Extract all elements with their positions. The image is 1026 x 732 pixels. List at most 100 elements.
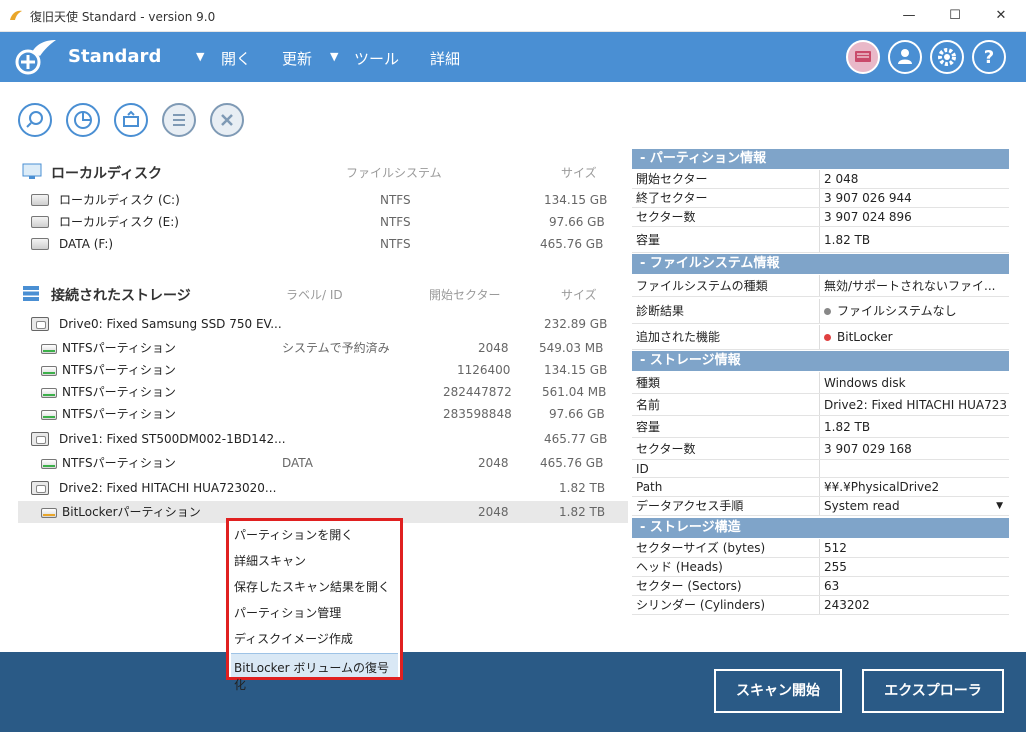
menu-partition-manage[interactable]: パーティション管理 [234, 604, 341, 621]
partition-icon [41, 410, 57, 420]
disk-size: 97.66 GB [549, 215, 605, 229]
angel-wing-icon [10, 10, 22, 20]
storage-info-header[interactable]: - ストレージ情報 [632, 351, 1009, 371]
partition-name: NTFSパーティション [62, 456, 176, 470]
close-window-button[interactable]: ✕ [978, 0, 1024, 32]
red-status-dot [824, 334, 831, 341]
info-row: 終了セクター 3 907 026 944 [632, 189, 1009, 208]
explorer-button[interactable]: エクスプローラ [862, 669, 1004, 713]
disk-fs: NTFS [380, 193, 411, 207]
hdd-icon [31, 216, 49, 228]
partition-size: 465.76 GB [540, 456, 604, 470]
local-disk-row[interactable]: DATA (F:) NTFS 465.76 GB [18, 233, 628, 255]
partition-row[interactable]: NTFSパーティション システムで予約済み 2048 549.03 MB [18, 337, 628, 359]
menu-open[interactable]: 開く [221, 48, 251, 69]
partition-name: NTFSパーティション [62, 341, 176, 355]
disk-image-icon[interactable] [114, 103, 148, 137]
gray-status-dot [824, 308, 831, 315]
maximize-button[interactable]: ☐ [932, 0, 978, 32]
shop-icon[interactable] [846, 40, 880, 74]
partition-start: 2048 [478, 505, 509, 519]
dropdown-arrow-icon[interactable]: ▼ [996, 497, 1003, 516]
partition-size: 1.82 TB [559, 505, 606, 519]
drive-row[interactable]: Drive1: Fixed ST500DM002-1BD142... 465.7… [18, 428, 628, 450]
info-row: セクター (Sectors) 63 [632, 577, 1009, 596]
close-icon[interactable] [210, 103, 244, 137]
drive-name: Drive2: Fixed HITACHI HUA723020... [59, 481, 277, 495]
minimize-button[interactable]: — [886, 0, 932, 32]
drive-icon [31, 432, 49, 446]
open-dropdown-icon[interactable]: ▼ [196, 50, 204, 63]
disk-fs: NTFS [380, 215, 411, 229]
drive-name: Drive1: Fixed ST500DM002-1BD142... [59, 432, 286, 446]
info-row: セクター数 3 907 024 896 [632, 208, 1009, 227]
start-scan-button[interactable]: スキャン開始 [714, 669, 842, 713]
info-row: ID [632, 460, 1009, 478]
menu-detail-scan[interactable]: 詳細スキャン [234, 552, 306, 569]
refresh-dropdown-icon[interactable]: ▼ [330, 50, 338, 63]
info-row: ヘッド (Heads) 255 [632, 558, 1009, 577]
settings-gear-icon[interactable] [930, 40, 964, 74]
local-disk-title: ローカルディスク [51, 166, 163, 182]
col-start-sector: 開始セクター [429, 288, 501, 302]
info-row: セクターサイズ (bytes) 512 [632, 539, 1009, 558]
menu-create-disk-image[interactable]: ディスクイメージ作成 [234, 630, 353, 647]
menu-open-partition[interactable]: パーティションを開く [234, 526, 353, 543]
drive-size: 232.89 GB [544, 317, 608, 331]
help-icon[interactable]: ? [972, 40, 1006, 74]
partition-row[interactable]: NTFSパーティション 282447872 561.04 MB [18, 381, 628, 403]
partition-icon [41, 459, 57, 469]
menu-open-saved-scan[interactable]: 保存したスキャン結果を開く [234, 578, 390, 595]
partition-info-header[interactable]: - パーティション情報 [632, 149, 1009, 169]
account-icon[interactable] [888, 40, 922, 74]
info-row: ファイルシステムの種類 無効/サポートされないファイ... [632, 275, 1009, 297]
hdd-icon [31, 238, 49, 250]
drive-row[interactable]: Drive0: Fixed Samsung SSD 750 EV... 232.… [18, 313, 628, 335]
filesystem-info-header[interactable]: - ファイルシステム情報 [632, 254, 1009, 274]
menu-refresh[interactable]: 更新 [282, 48, 312, 69]
partition-name: NTFSパーティション [62, 407, 176, 421]
partition-icon [41, 344, 57, 354]
info-row: 診断結果 ファイルシステムなし [632, 299, 1009, 324]
disk-size: 134.15 GB [544, 193, 608, 207]
disk-name: ローカルディスク (C:) [59, 193, 180, 207]
monitor-icon [22, 163, 42, 179]
bitlocker-lock-icon [41, 508, 57, 518]
menu-tools[interactable]: ツール [354, 48, 399, 69]
local-disk-row[interactable]: ローカルディスク (C:) NTFS 134.15 GB [18, 189, 628, 211]
menu-details[interactable]: 詳細 [430, 48, 460, 69]
title-bar: 復旧天使 Standard - version 9.0 — ☐ ✕ [0, 0, 1026, 32]
partition-row[interactable]: NTFSパーティション 1126400 134.15 GB [18, 359, 628, 381]
window-title: 復旧天使 Standard - version 9.0 [30, 10, 216, 24]
search-icon[interactable] [18, 103, 52, 137]
partition-name: NTFSパーティション [62, 385, 176, 399]
drive-row[interactable]: Drive2: Fixed HITACHI HUA723020... 1.82 … [18, 477, 628, 499]
partition-size: 134.15 GB [544, 363, 608, 377]
info-row: セクター数 3 907 029 168 [632, 438, 1009, 460]
partition-start: 283598848 [443, 407, 512, 421]
storage-title: 接続されたストレージ [51, 288, 191, 304]
svg-text:?: ? [984, 47, 994, 68]
disk-size: 465.76 GB [540, 237, 604, 251]
partition-row[interactable]: NTFSパーティション DATA 2048 465.76 GB [18, 452, 628, 474]
app-logo-icon [15, 40, 56, 75]
partition-icon [41, 388, 57, 398]
context-menu: パーティションを開く 詳細スキャン 保存したスキャン結果を開く パーティション管… [226, 518, 403, 692]
partition-icon [41, 366, 57, 376]
drive-icon [31, 481, 49, 495]
pie-chart-icon[interactable] [66, 103, 100, 137]
menu-decrypt-bitlocker[interactable]: BitLocker ボリュームの復号化 [234, 659, 400, 693]
partition-name: BitLockerパーティション [62, 505, 201, 519]
info-row: Path ¥¥.¥PhysicalDrive2 [632, 478, 1009, 497]
partition-name: NTFSパーティション [62, 363, 176, 377]
drive-name: Drive0: Fixed Samsung SSD 750 EV... [59, 317, 282, 331]
data-access-select[interactable]: データアクセス手順 System read ▼ [632, 497, 1009, 516]
list-icon[interactable] [162, 103, 196, 137]
partition-row[interactable]: NTFSパーティション 283598848 97.66 GB [18, 403, 628, 425]
drive-icon [31, 317, 49, 331]
drive-size: 1.82 TB [559, 481, 606, 495]
storage-structure-header[interactable]: - ストレージ構造 [632, 518, 1009, 538]
partition-start: 2048 [478, 341, 509, 355]
local-disk-row[interactable]: ローカルディスク (E:) NTFS 97.66 GB [18, 211, 628, 233]
disk-fs: NTFS [380, 237, 411, 251]
